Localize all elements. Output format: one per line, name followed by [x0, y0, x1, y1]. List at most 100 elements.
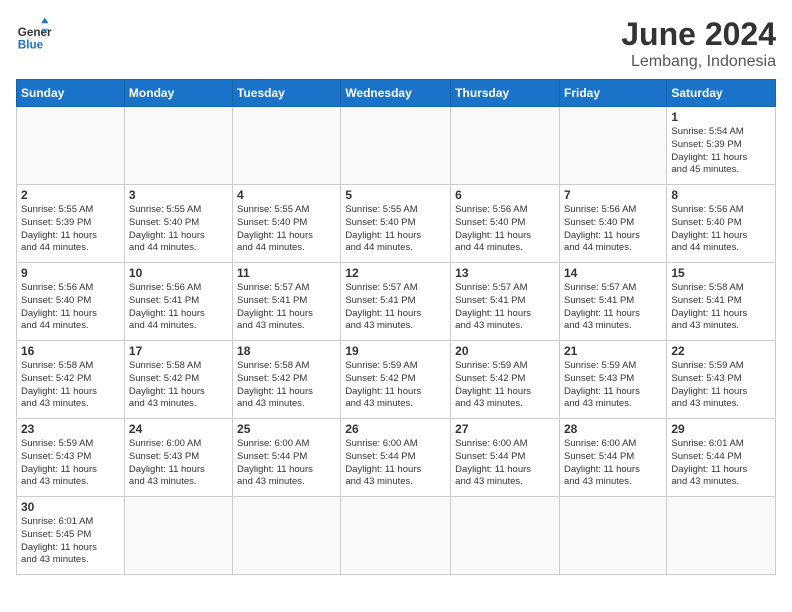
calendar-cell: 14 Sunrise: 5:57 AM Sunset: 5:41 PM Dayli… — [559, 263, 666, 341]
calendar-cell: 15 Sunrise: 5:58 AM Sunset: 5:41 PM Dayli… — [667, 263, 776, 341]
day-info: Sunrise: 5:57 AM Sunset: 5:41 PM Dayligh… — [345, 282, 446, 333]
day-number: 17 — [129, 344, 228, 358]
day-number: 29 — [671, 422, 771, 436]
calendar-cell: 7Sunrise: 5:56 AM Sunset: 5:40 PM Daylig… — [559, 185, 666, 263]
calendar-cell: 1Sunrise: 5:54 AM Sunset: 5:39 PM Daylig… — [667, 107, 776, 185]
calendar-week-row: 9Sunrise: 5:56 AM Sunset: 5:40 PM Daylig… — [17, 263, 776, 341]
day-number: 14 — [564, 266, 662, 280]
day-info: Sunrise: 5:59 AM Sunset: 5:43 PM Dayligh… — [671, 360, 771, 411]
day-info: Sunrise: 6:01 AM Sunset: 5:45 PM Dayligh… — [21, 516, 120, 567]
day-number: 3 — [129, 188, 228, 202]
day-number: 15 — [671, 266, 771, 280]
day-number: 11 — [237, 266, 336, 280]
day-number: 18 — [237, 344, 336, 358]
calendar-cell: 18 Sunrise: 5:58 AM Sunset: 5:42 PM Dayli… — [233, 341, 341, 419]
day-number: 2 — [21, 188, 120, 202]
calendar-header-row: Sunday Monday Tuesday Wednesday Thursday… — [17, 80, 776, 107]
day-info: Sunrise: 6:00 AM Sunset: 5:44 PM Dayligh… — [345, 438, 446, 489]
day-info: Sunrise: 6:00 AM Sunset: 5:43 PM Dayligh… — [129, 438, 228, 489]
day-info: Sunrise: 5:59 AM Sunset: 5:43 PM Dayligh… — [564, 360, 662, 411]
calendar-cell — [124, 497, 232, 575]
day-number: 12 — [345, 266, 446, 280]
col-wednesday: Wednesday — [341, 80, 451, 107]
calendar-cell: 12 Sunrise: 5:57 AM Sunset: 5:41 PM Dayli… — [341, 263, 451, 341]
calendar-cell: 2Sunrise: 5:55 AM Sunset: 5:39 PM Daylig… — [17, 185, 125, 263]
calendar-cell: 29 Sunrise: 6:01 AM Sunset: 5:44 PM Dayli… — [667, 419, 776, 497]
day-number: 23 — [21, 422, 120, 436]
calendar-cell: 28Sunrise: 6:00 AM Sunset: 5:44 PM Dayli… — [559, 419, 666, 497]
day-info: Sunrise: 5:58 AM Sunset: 5:41 PM Dayligh… — [671, 282, 771, 333]
calendar-cell: 3 Sunrise: 5:55 AM Sunset: 5:40 PM Daylig… — [124, 185, 232, 263]
day-info: Sunrise: 6:01 AM Sunset: 5:44 PM Dayligh… — [671, 438, 771, 489]
day-info: Sunrise: 6:00 AM Sunset: 5:44 PM Dayligh… — [564, 438, 662, 489]
col-thursday: Thursday — [451, 80, 560, 107]
calendar-cell — [667, 497, 776, 575]
day-info: Sunrise: 5:59 AM Sunset: 5:42 PM Dayligh… — [345, 360, 446, 411]
day-number: 6 — [455, 188, 555, 202]
calendar-cell — [341, 497, 451, 575]
day-info: Sunrise: 5:59 AM Sunset: 5:43 PM Dayligh… — [21, 438, 120, 489]
calendar-cell — [124, 107, 232, 185]
day-info: Sunrise: 5:57 AM Sunset: 5:41 PM Dayligh… — [564, 282, 662, 333]
day-number: 10 — [129, 266, 228, 280]
title-block: June 2024 Lembang, Indonesia — [621, 16, 776, 71]
calendar-cell: 8 Sunrise: 5:56 AM Sunset: 5:40 PM Daylig… — [667, 185, 776, 263]
calendar-cell — [341, 107, 451, 185]
day-info: Sunrise: 6:00 AM Sunset: 5:44 PM Dayligh… — [455, 438, 555, 489]
day-number: 16 — [21, 344, 120, 358]
day-info: Sunrise: 5:57 AM Sunset: 5:41 PM Dayligh… — [455, 282, 555, 333]
calendar-week-row: 2Sunrise: 5:55 AM Sunset: 5:39 PM Daylig… — [17, 185, 776, 263]
calendar-cell: 11 Sunrise: 5:57 AM Sunset: 5:41 PM Dayli… — [233, 263, 341, 341]
day-number: 22 — [671, 344, 771, 358]
col-sunday: Sunday — [17, 80, 125, 107]
svg-text:General: General — [18, 26, 52, 39]
day-number: 20 — [455, 344, 555, 358]
calendar-week-row: 30 Sunrise: 6:01 AM Sunset: 5:45 PM Dayli… — [17, 497, 776, 575]
day-info: Sunrise: 5:58 AM Sunset: 5:42 PM Dayligh… — [237, 360, 336, 411]
day-number: 24 — [129, 422, 228, 436]
day-info: Sunrise: 5:59 AM Sunset: 5:42 PM Dayligh… — [455, 360, 555, 411]
day-info: Sunrise: 5:55 AM Sunset: 5:40 PM Dayligh… — [129, 204, 228, 255]
day-number: 30 — [21, 500, 120, 514]
day-number: 21 — [564, 344, 662, 358]
day-number: 8 — [671, 188, 771, 202]
day-number: 27 — [455, 422, 555, 436]
calendar-cell: 20 Sunrise: 5:59 AM Sunset: 5:42 PM Dayli… — [451, 341, 560, 419]
calendar-cell: 16Sunrise: 5:58 AM Sunset: 5:42 PM Dayli… — [17, 341, 125, 419]
calendar-cell: 9Sunrise: 5:56 AM Sunset: 5:40 PM Daylig… — [17, 263, 125, 341]
calendar-cell — [559, 497, 666, 575]
logo: General Blue — [16, 16, 52, 52]
logo-icon: General Blue — [16, 16, 52, 52]
day-number: 19 — [345, 344, 446, 358]
day-info: Sunrise: 5:56 AM Sunset: 5:40 PM Dayligh… — [21, 282, 120, 333]
calendar-cell: 13 Sunrise: 5:57 AM Sunset: 5:41 PM Dayli… — [451, 263, 560, 341]
calendar-title: June 2024 — [621, 16, 776, 53]
calendar-cell: 24 Sunrise: 6:00 AM Sunset: 5:43 PM Dayli… — [124, 419, 232, 497]
calendar-cell — [17, 107, 125, 185]
page-header: General Blue June 2024 Lembang, Indonesi… — [16, 16, 776, 71]
calendar-cell: 22 Sunrise: 5:59 AM Sunset: 5:43 PM Dayli… — [667, 341, 776, 419]
day-info: Sunrise: 5:57 AM Sunset: 5:41 PM Dayligh… — [237, 282, 336, 333]
calendar-cell — [451, 107, 560, 185]
calendar-cell: 27 Sunrise: 6:00 AM Sunset: 5:44 PM Dayli… — [451, 419, 560, 497]
calendar-cell: 4Sunrise: 5:55 AM Sunset: 5:40 PM Daylig… — [233, 185, 341, 263]
day-info: Sunrise: 5:54 AM Sunset: 5:39 PM Dayligh… — [671, 126, 771, 177]
calendar-week-row: 1Sunrise: 5:54 AM Sunset: 5:39 PM Daylig… — [17, 107, 776, 185]
day-info: Sunrise: 5:56 AM Sunset: 5:40 PM Dayligh… — [455, 204, 555, 255]
day-number: 25 — [237, 422, 336, 436]
day-info: Sunrise: 5:56 AM Sunset: 5:40 PM Dayligh… — [671, 204, 771, 255]
calendar-week-row: 23 Sunrise: 5:59 AM Sunset: 5:43 PM Dayli… — [17, 419, 776, 497]
calendar-cell: 21 Sunrise: 5:59 AM Sunset: 5:43 PM Dayli… — [559, 341, 666, 419]
col-tuesday: Tuesday — [233, 80, 341, 107]
day-number: 13 — [455, 266, 555, 280]
day-info: Sunrise: 6:00 AM Sunset: 5:44 PM Dayligh… — [237, 438, 336, 489]
day-info: Sunrise: 5:55 AM Sunset: 5:40 PM Dayligh… — [237, 204, 336, 255]
day-number: 5 — [345, 188, 446, 202]
day-number: 7 — [564, 188, 662, 202]
svg-text:Blue: Blue — [18, 38, 44, 51]
calendar-cell: 19 Sunrise: 5:59 AM Sunset: 5:42 PM Dayli… — [341, 341, 451, 419]
calendar-week-row: 16 Sunrise: 5:58 AM Sunset: 5:42 PM Dayli… — [17, 341, 776, 419]
calendar-cell: 25 Sunrise: 6:00 AM Sunset: 5:44 PM Dayli… — [233, 419, 341, 497]
calendar-cell — [559, 107, 666, 185]
calendar-cell: 10Sunrise: 5:56 AM Sunset: 5:41 PM Dayli… — [124, 263, 232, 341]
